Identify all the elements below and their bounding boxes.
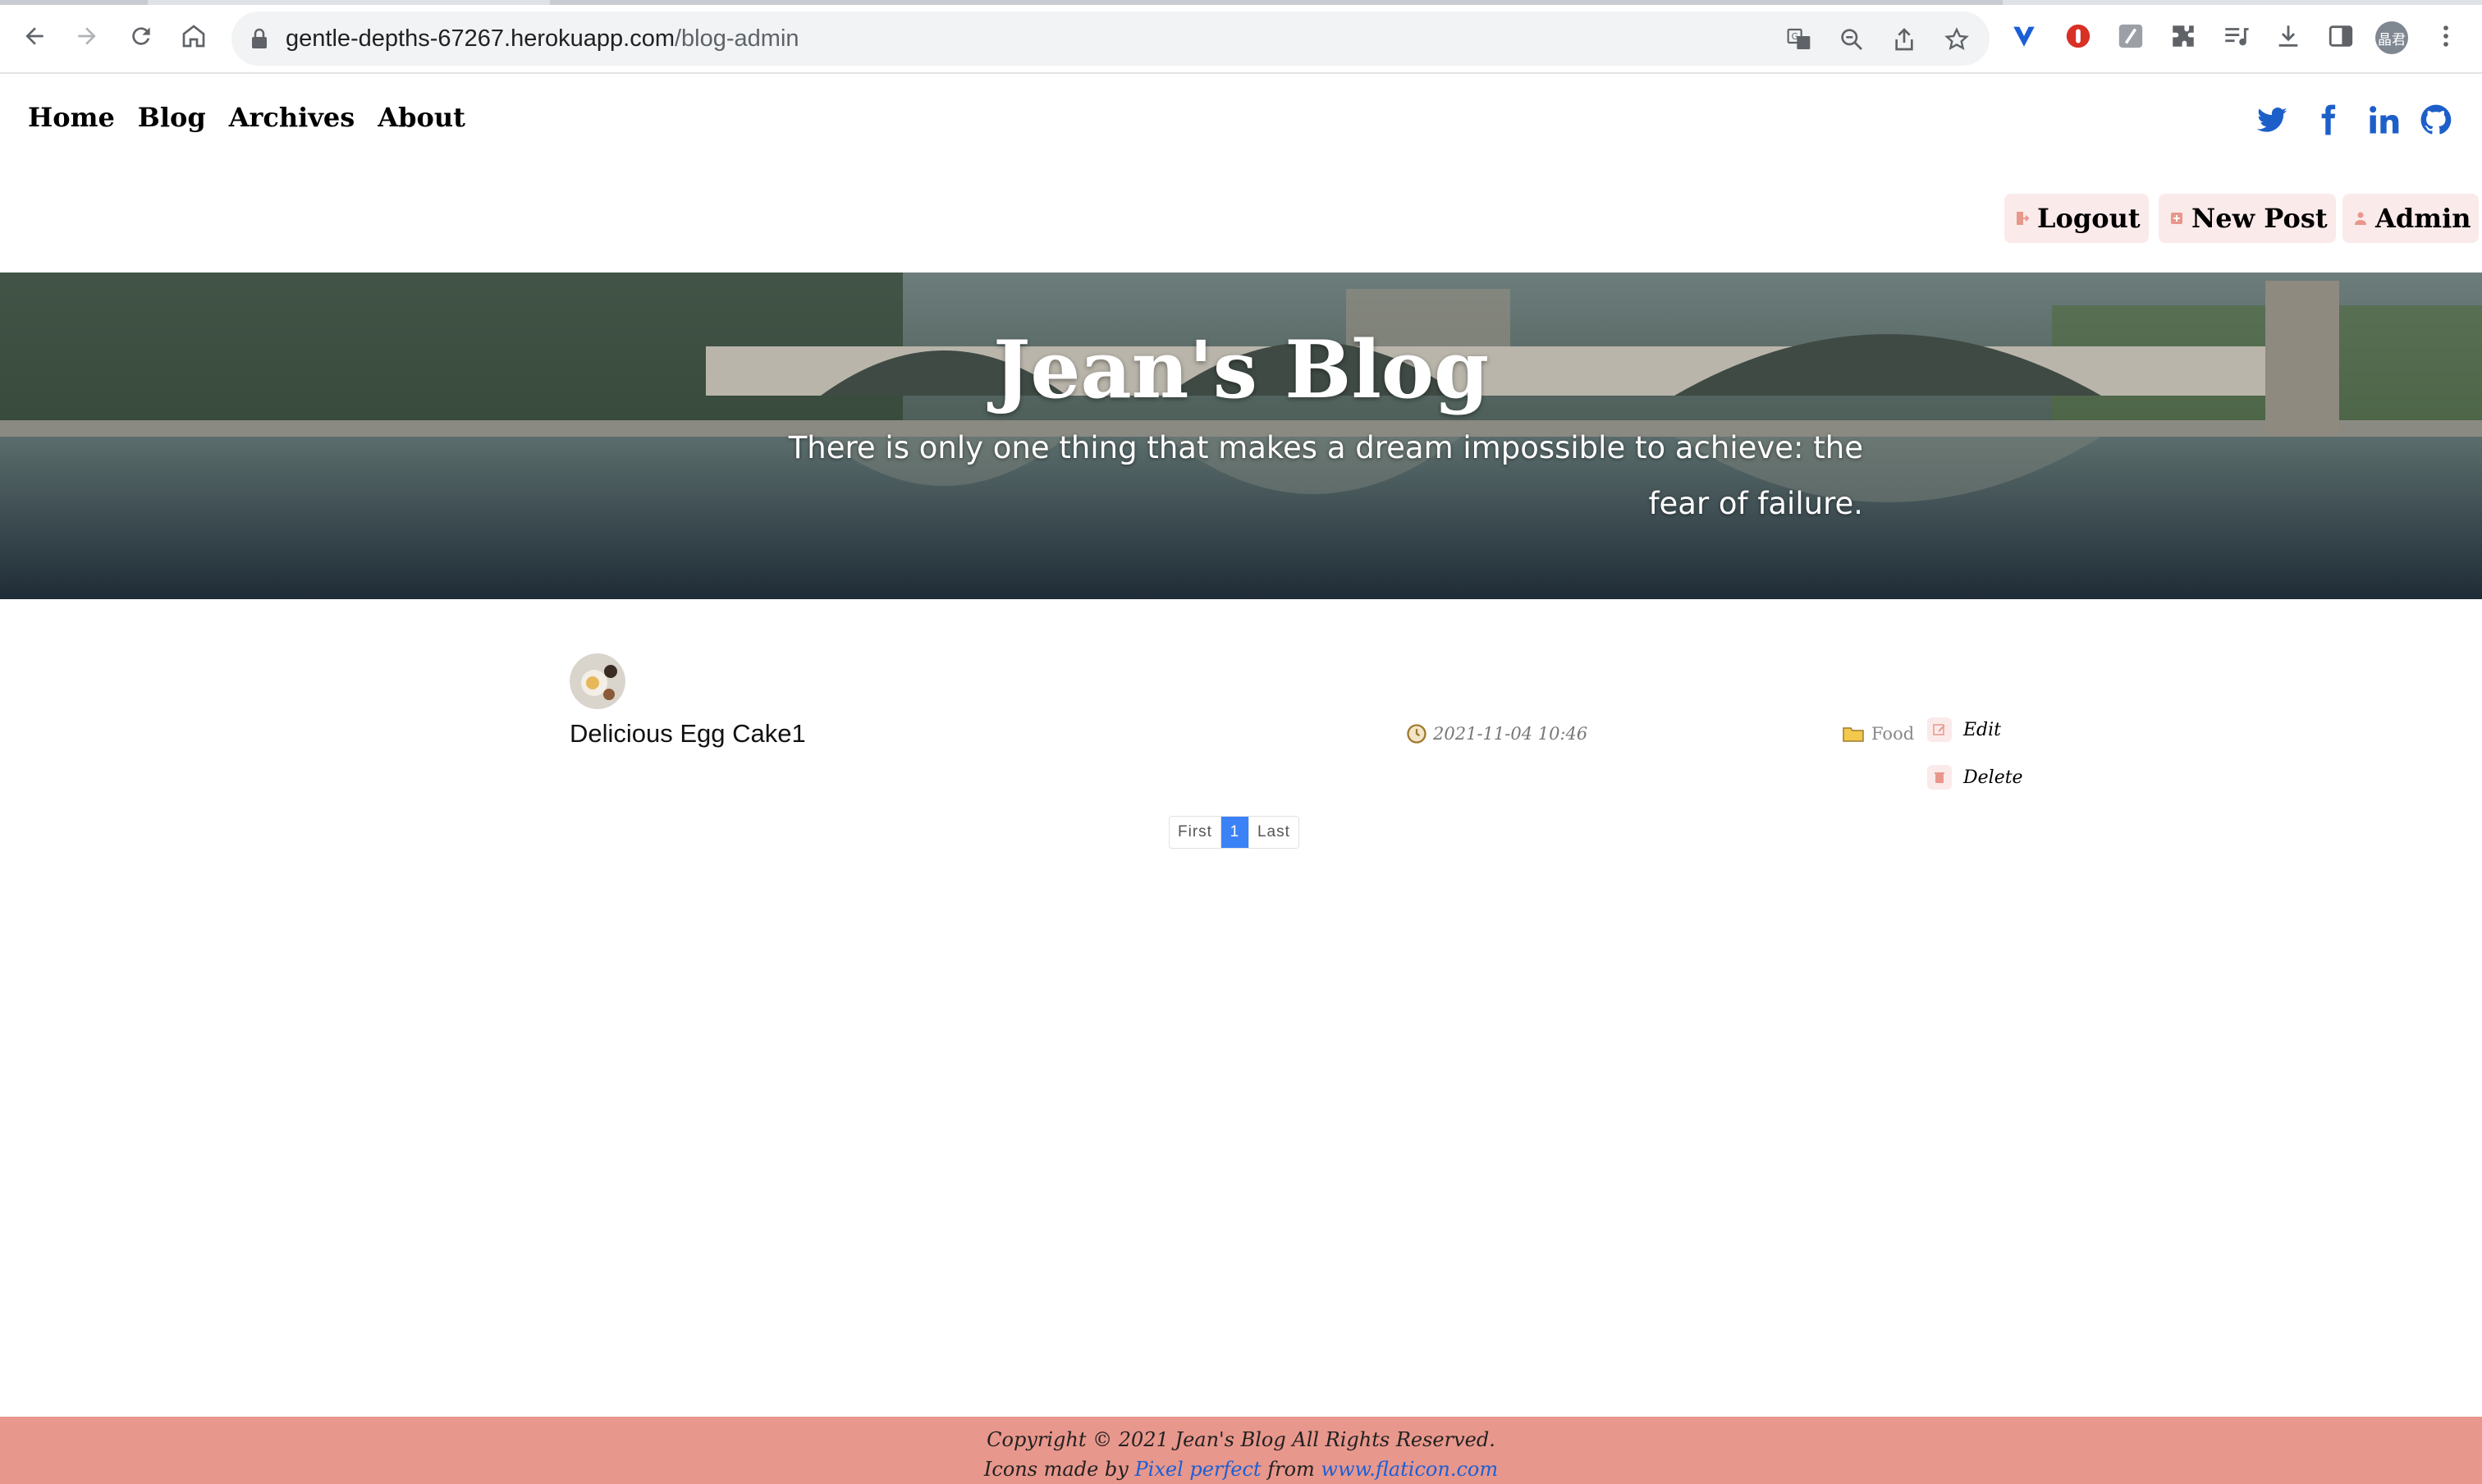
footer-copyright: Copyright © 2021 Jean's Blog All Rights …: [987, 1428, 1495, 1451]
tagline-line-1: There is only one thing that makes a dre…: [788, 430, 1863, 465]
share-icon[interactable]: [1891, 26, 1917, 53]
nav-blog-link[interactable]: Blog: [138, 102, 206, 133]
back-arrow-icon: [25, 27, 44, 45]
pagination: First 1 Last: [1169, 816, 1299, 849]
extension-slash-icon[interactable]: [2116, 21, 2145, 51]
forward-button[interactable]: [69, 18, 105, 54]
menu-kebab-icon[interactable]: [2431, 21, 2461, 51]
post-category-label: Food: [1871, 724, 1915, 744]
clock-icon: [1407, 724, 1426, 744]
profile-avatar[interactable]: 晶君: [2375, 21, 2408, 54]
site-nav: Home Blog Archives About: [28, 102, 465, 133]
nav-about-link[interactable]: About: [378, 102, 465, 133]
back-button[interactable]: [16, 18, 53, 54]
facebook-icon[interactable]: [2310, 102, 2346, 138]
edit-label: Edit: [1963, 719, 2002, 740]
tab-strip: [0, 0, 2482, 5]
post-title-link[interactable]: Delicious Egg Cake1: [570, 719, 806, 749]
svg-text:G: G: [1792, 31, 1798, 42]
address-bar[interactable]: gentle-depths-67267.herokuapp.com/blog-a…: [231, 11, 1990, 66]
linkedin-icon[interactable]: [2365, 102, 2402, 138]
downloads-icon[interactable]: [2274, 21, 2303, 51]
reload-button[interactable]: [123, 18, 159, 54]
extensions-puzzle-icon[interactable]: [2168, 21, 2198, 51]
nav-home-link[interactable]: Home: [28, 102, 115, 133]
extension-shield-icon[interactable]: [2063, 21, 2093, 51]
edit-icon: [1927, 717, 1952, 742]
post-date: 2021-11-04 10:46: [1405, 722, 1587, 745]
post-date-text: 2021-11-04 10:46: [1433, 724, 1588, 744]
new-post-label: New Post: [2191, 203, 2328, 234]
folder-icon: [1843, 727, 1864, 742]
lock-icon: [252, 28, 267, 48]
site-footer: Copyright © 2021 Jean's Blog All Rights …: [0, 1417, 2482, 1484]
egg-cake-image: [570, 653, 625, 709]
browser-toolbar: gentle-depths-67267.herokuapp.com/blog-a…: [0, 0, 2482, 74]
zoom-out-icon[interactable]: [1839, 26, 1865, 53]
twitter-icon[interactable]: [2254, 102, 2290, 138]
address-url: gentle-depths-67267.herokuapp.com/blog-a…: [286, 25, 799, 52]
side-panel-icon[interactable]: [2326, 21, 2356, 51]
blog-title: Jean's Blog: [992, 323, 1490, 416]
media-queue-icon[interactable]: [2221, 21, 2251, 51]
forward-arrow-icon: [78, 27, 96, 45]
extension-v-icon[interactable]: [2009, 21, 2039, 51]
pagination-last[interactable]: Last: [1248, 817, 1298, 848]
logout-button[interactable]: Logout: [2004, 194, 2149, 243]
footer-attribution: Icons made by Pixel perfect from www.fla…: [983, 1458, 1499, 1481]
footer-flaticon-link[interactable]: www.flaticon.com: [1321, 1458, 1498, 1481]
add-post-icon: [2171, 213, 2182, 224]
logout-label: Logout: [2037, 203, 2141, 234]
reload-icon: [132, 27, 150, 45]
blog-tagline: There is only one thing that makes a dre…: [689, 420, 1863, 532]
nav-archives-link[interactable]: Archives: [229, 102, 355, 133]
tagline-line-2: fear of failure.: [1648, 486, 1864, 521]
edit-post-button[interactable]: Edit: [1927, 717, 2001, 742]
post-category[interactable]: Food: [1842, 724, 1914, 744]
user-icon: [2355, 212, 2366, 225]
new-post-button[interactable]: New Post: [2159, 194, 2336, 243]
home-icon: [182, 25, 205, 48]
github-icon[interactable]: [2418, 102, 2454, 138]
post-thumbnail: [570, 653, 625, 709]
hero-banner: Jean's Blog There is only one thing that…: [0, 273, 2482, 599]
bookmark-star-icon[interactable]: [1944, 26, 1970, 53]
delete-post-button[interactable]: Delete: [1927, 765, 2023, 790]
logout-icon: [2017, 212, 2029, 225]
trash-icon: [1927, 765, 1952, 790]
footer-author-link[interactable]: Pixel perfect: [1135, 1458, 1262, 1481]
pagination-page-current[interactable]: 1: [1220, 817, 1249, 848]
home-button[interactable]: [176, 18, 212, 54]
translate-icon[interactable]: G: [1786, 26, 1812, 53]
admin-button[interactable]: Admin: [2342, 194, 2480, 243]
admin-label: Admin: [2375, 203, 2471, 234]
delete-label: Delete: [1963, 767, 2023, 788]
pagination-first[interactable]: First: [1170, 817, 1221, 848]
